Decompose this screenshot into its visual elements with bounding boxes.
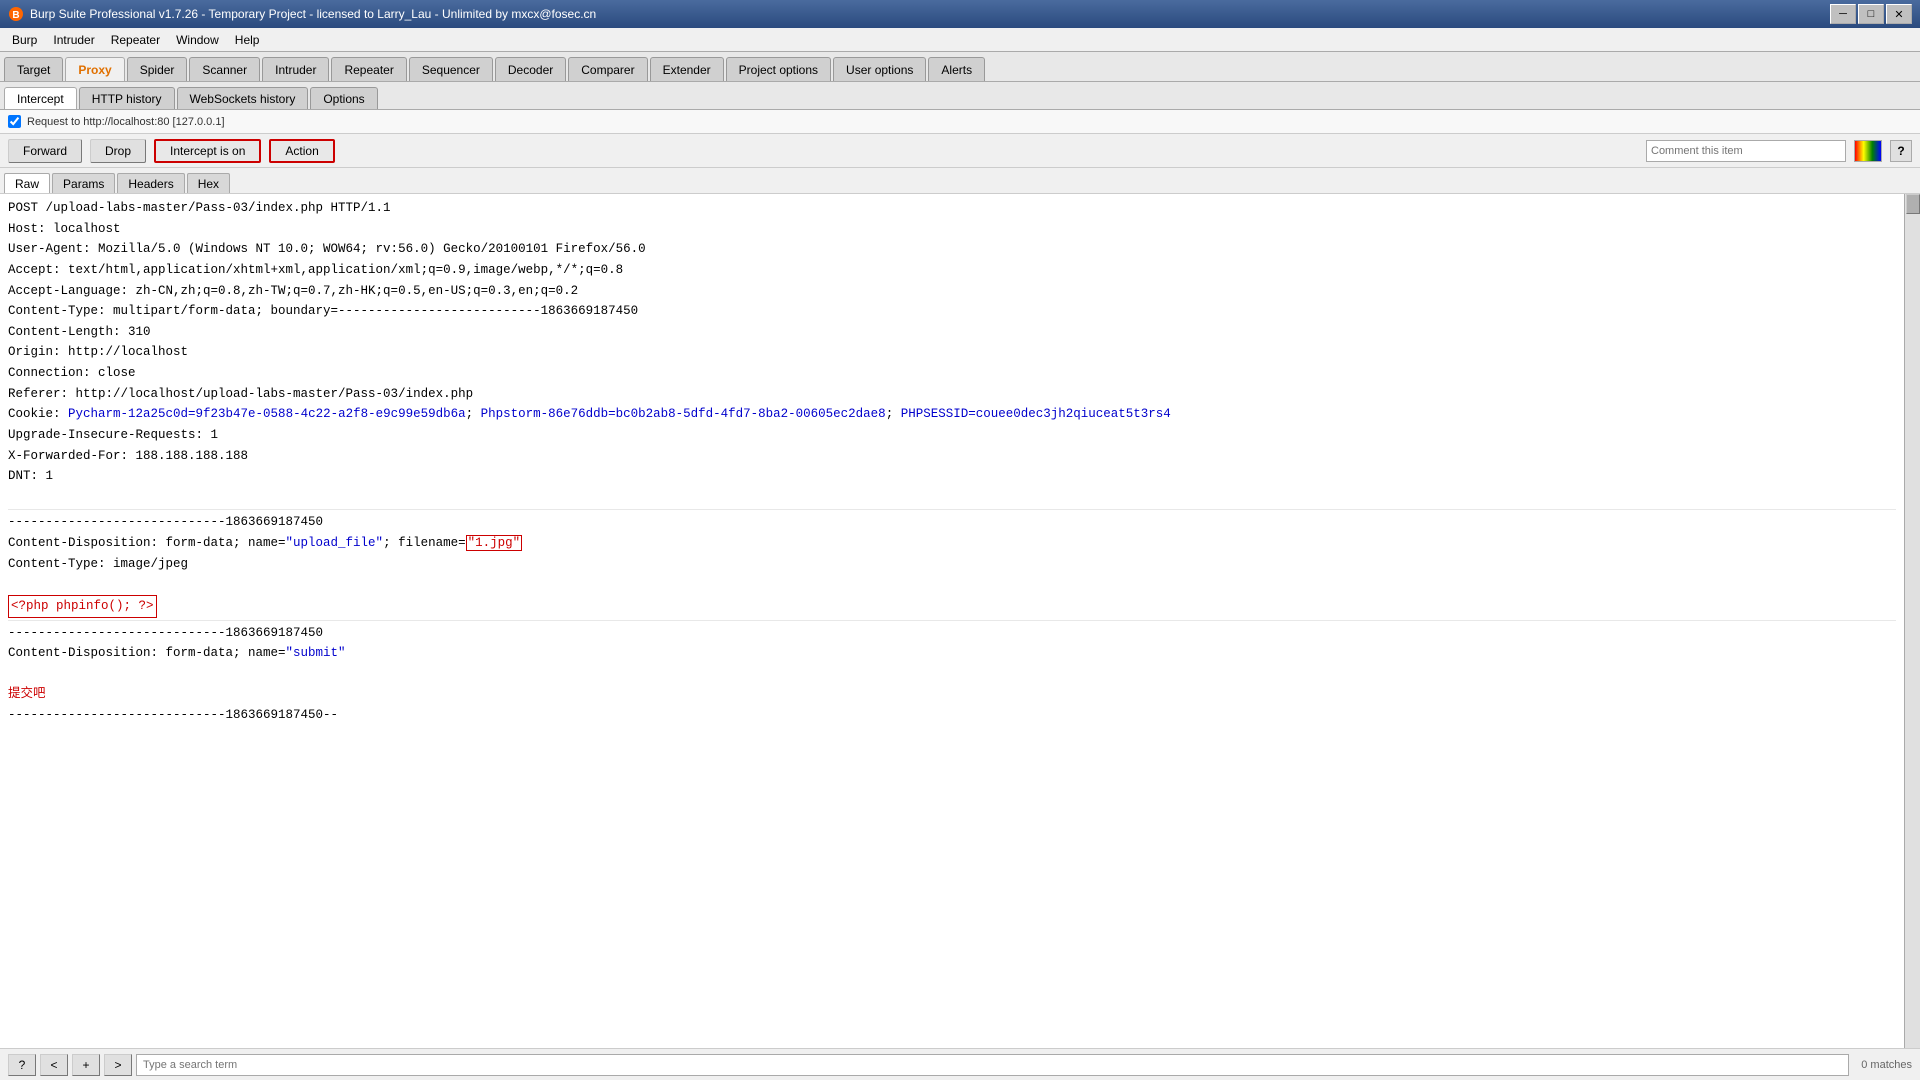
title-bar: B Burp Suite Professional v1.7.26 - Temp… [0,0,1920,28]
tab-intruder[interactable]: Intruder [262,57,329,81]
tab-target[interactable]: Target [4,57,63,81]
http-line-13: X-Forwarded-For: 188.188.188.188 [8,446,1896,467]
comment-input[interactable] [1646,140,1846,162]
forward-button[interactable]: Forward [8,139,82,163]
cookie2-name: Phpstorm-86e76ddb [481,407,609,421]
match-count: 0 matches [1861,1059,1912,1071]
subtab-intercept[interactable]: Intercept [4,87,77,109]
http-empty-1 [8,487,1896,508]
tab-scanner[interactable]: Scanner [189,57,260,81]
cookie1-value: =9f23b47e-0588-4c22-a2f8-e9c99e59db6a [188,407,466,421]
separator-2 [8,620,1896,621]
subtab-websockets-history[interactable]: WebSockets history [177,87,309,109]
http-boundary-3: -----------------------------18636691874… [8,705,1896,726]
drop-button[interactable]: Drop [90,139,146,163]
http-line-7: Content-Length: 310 [8,322,1896,343]
http-content-area[interactable]: POST /upload-labs-master/Pass-03/index.p… [0,194,1904,1080]
next-button[interactable]: > [104,1054,132,1076]
menu-intruder[interactable]: Intruder [45,28,102,51]
http-line-6: Content-Type: multipart/form-data; bound… [8,301,1896,322]
http-cookie-line: Cookie: Pycharm-12a25c0d=9f23b47e-0588-4… [8,404,1896,425]
http-line-3: User-Agent: Mozilla/5.0 (Windows NT 10.0… [8,239,1896,260]
app-icon: B [8,6,24,22]
add-button[interactable]: + [72,1054,100,1076]
http-boundary-1: -----------------------------18636691874… [8,512,1896,533]
search-input[interactable] [136,1054,1849,1076]
http-php-code: <?php phpinfo(); ?> [8,595,1896,618]
tab-project-options[interactable]: Project options [726,57,831,81]
http-content-disp-2: Content-Disposition: form-data; name="su… [8,643,1896,664]
request-info-bar: Request to http://localhost:80 [127.0.0.… [0,110,1920,134]
http-line-10: Referer: http://localhost/upload-labs-ma… [8,384,1896,405]
http-line-1: POST /upload-labs-master/Pass-03/index.p… [8,198,1896,219]
bottom-search-bar: ? < + > 0 matches [0,1048,1920,1080]
close-button[interactable]: ✕ [1886,4,1912,24]
cookie3-value: =couee0dec3jh2qiuceat5t3rs4 [968,407,1171,421]
tab-user-options[interactable]: User options [833,57,926,81]
http-line-12: Upgrade-Insecure-Requests: 1 [8,425,1896,446]
subtab-options[interactable]: Options [310,87,377,109]
window-title: Burp Suite Professional v1.7.26 - Tempor… [30,7,596,21]
help-button[interactable]: ? [1890,140,1912,162]
content-tab-raw[interactable]: Raw [4,173,50,193]
menu-repeater[interactable]: Repeater [103,28,168,51]
intercept-toolbar: Forward Drop Intercept is on Action ? [0,134,1920,168]
content-tab-hex[interactable]: Hex [187,173,230,193]
main-tab-bar: Target Proxy Spider Scanner Intruder Rep… [0,52,1920,82]
menu-bar: Burp Intruder Repeater Window Help [0,28,1920,52]
maximize-button[interactable]: □ [1858,4,1884,24]
http-line-8: Origin: http://localhost [8,342,1896,363]
tab-proxy[interactable]: Proxy [65,57,124,81]
tab-repeater[interactable]: Repeater [331,57,406,81]
cookie3-name: PHPSESSID [901,407,969,421]
content-tab-params[interactable]: Params [52,173,115,193]
minimize-button[interactable]: ─ [1830,4,1856,24]
subtab-http-history[interactable]: HTTP history [79,87,175,109]
separator-1 [8,509,1896,510]
tab-decoder[interactable]: Decoder [495,57,566,81]
http-empty-3 [8,664,1896,685]
http-boundary-2: -----------------------------18636691874… [8,623,1896,644]
tab-sequencer[interactable]: Sequencer [409,57,493,81]
http-line-9: Connection: close [8,363,1896,384]
menu-window[interactable]: Window [168,28,227,51]
request-info-label: Request to http://localhost:80 [127.0.0.… [27,116,225,128]
cookie2-value: =bc0b2ab8-5dfd-4fd7-8ba2-00605ec2dae8 [608,407,886,421]
http-line-4: Accept: text/html,application/xhtml+xml,… [8,260,1896,281]
prev-button[interactable]: < [40,1054,68,1076]
sub-tab-bar: Intercept HTTP history WebSockets histor… [0,82,1920,110]
scrollbar[interactable] [1904,194,1920,1080]
request-checkbox[interactable] [8,115,21,128]
http-chinese-text: 提交吧 [8,684,1896,705]
menu-burp[interactable]: Burp [4,28,45,51]
http-line-14: DNT: 1 [8,466,1896,487]
content-tab-headers[interactable]: Headers [117,173,184,193]
http-line-5: Accept-Language: zh-CN,zh;q=0.8,zh-TW;q=… [8,281,1896,302]
intercept-toggle-button[interactable]: Intercept is on [154,139,261,163]
http-empty-2 [8,574,1896,595]
scrollbar-thumb[interactable] [1906,194,1920,214]
content-tab-bar: Raw Params Headers Hex [0,168,1920,194]
help-bottom-button[interactable]: ? [8,1054,36,1076]
http-content-type-1: Content-Type: image/jpeg [8,554,1896,575]
color-picker[interactable] [1854,140,1882,162]
tab-extender[interactable]: Extender [650,57,724,81]
tab-comparer[interactable]: Comparer [568,57,647,81]
cookie1-name: Pycharm-12a25c0d [68,407,188,421]
http-line-2: Host: localhost [8,219,1896,240]
http-content-disp-1: Content-Disposition: form-data; name="up… [8,533,1896,554]
title-bar-left: B Burp Suite Professional v1.7.26 - Temp… [8,6,596,22]
svg-text:B: B [12,10,19,21]
tab-spider[interactable]: Spider [127,57,188,81]
tab-alerts[interactable]: Alerts [928,57,985,81]
menu-help[interactable]: Help [227,28,268,51]
title-bar-controls: ─ □ ✕ [1830,4,1912,24]
main-content-area: Request to http://localhost:80 [127.0.0.… [0,110,1920,1080]
action-button[interactable]: Action [269,139,334,163]
content-wrapper: POST /upload-labs-master/Pass-03/index.p… [0,194,1920,1080]
